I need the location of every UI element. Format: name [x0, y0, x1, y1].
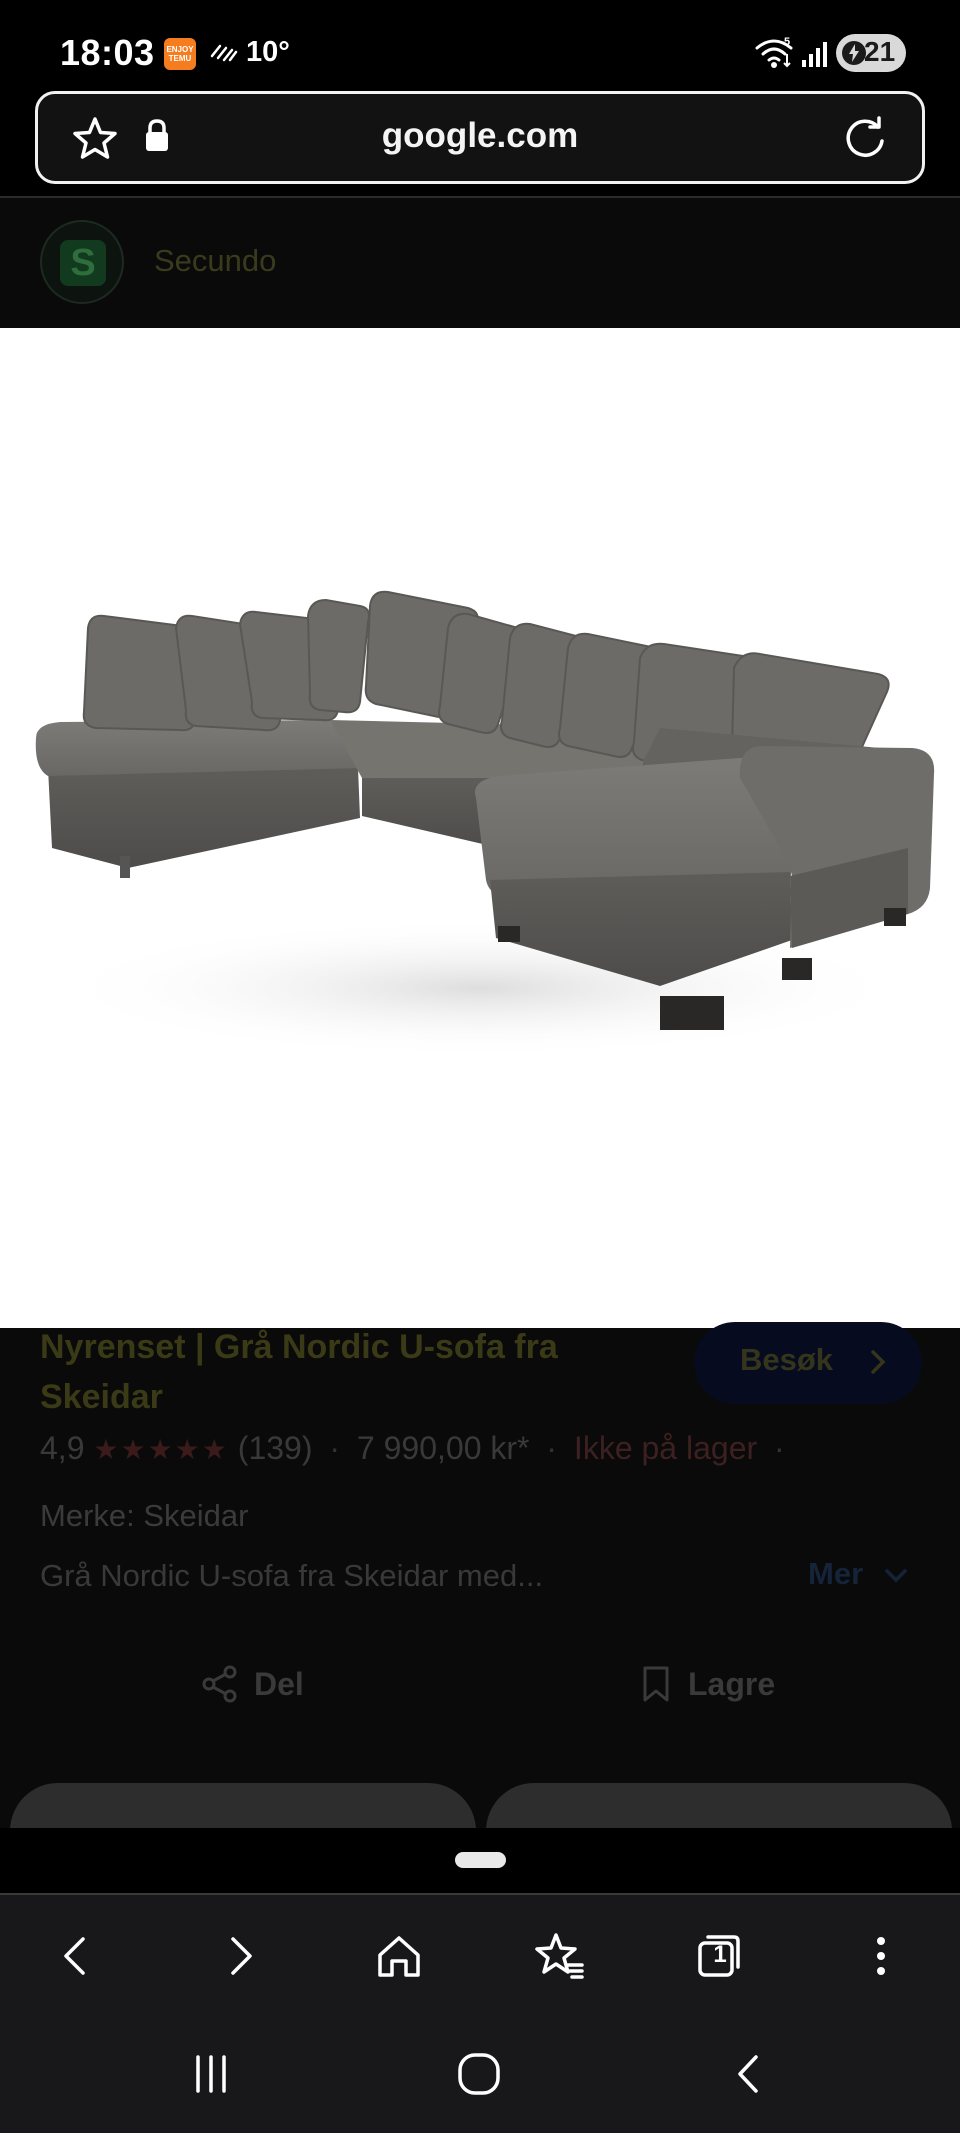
- rating-value: 4,9: [40, 1430, 85, 1466]
- bookmarks-icon: [535, 1933, 584, 1979]
- share-icon: [202, 1665, 237, 1703]
- site-logo[interactable]: S: [40, 220, 124, 304]
- tab-count: 1: [713, 1941, 727, 1968]
- product-image[interactable]: [0, 328, 960, 1328]
- temu-app-icon: ENJOY TEMU: [164, 38, 196, 70]
- site-name[interactable]: Secundo: [154, 243, 276, 279]
- chevron-down-icon[interactable]: [884, 1568, 908, 1584]
- url-text[interactable]: google.com: [38, 116, 922, 156]
- visit-label: Besøk: [740, 1342, 834, 1377]
- more-button[interactable]: Mer: [808, 1556, 863, 1592]
- home-nav-button[interactable]: [444, 2045, 514, 2105]
- signal-icon: [802, 42, 827, 67]
- reload-icon[interactable]: [840, 113, 890, 163]
- status-bar: 18:03 ENJOY TEMU 10° 5 21: [0, 0, 960, 86]
- bookmark-icon: [643, 1666, 669, 1702]
- back-nav-icon: [738, 2055, 758, 2093]
- status-time: 18:03: [60, 32, 155, 73]
- home-button[interactable]: [364, 1921, 434, 1991]
- tabs-button[interactable]: 1: [684, 1921, 754, 1991]
- brand-info: Merke: Skeidar: [40, 1498, 249, 1533]
- bottom-sheet-handle-area[interactable]: [0, 1828, 960, 1893]
- status-temperature: 10°: [246, 36, 290, 68]
- rating-line: 4,9 ★★★★★ (139) · 7 990,00 kr* · Ikke på…: [40, 1430, 793, 1467]
- charging-bolt-icon: [842, 41, 866, 65]
- more-options-icon: [877, 1937, 885, 1975]
- back-icon: [64, 1937, 85, 1975]
- haze-icon: [210, 44, 238, 62]
- sofa-photo: [35, 590, 935, 1058]
- battery-icon: 21: [836, 34, 906, 72]
- chevron-right-icon: [871, 1350, 886, 1374]
- browser-toolbar: 1: [0, 1895, 960, 2015]
- save-label: Lagre: [688, 1666, 776, 1702]
- home-icon: [378, 1936, 420, 1977]
- visit-button[interactable]: Besøk: [694, 1322, 922, 1404]
- back-nav-button[interactable]: [714, 2045, 784, 2105]
- system-navigation-bar: [0, 2015, 960, 2133]
- wifi-icon: 5: [755, 36, 793, 68]
- share-label: Del: [254, 1666, 304, 1702]
- recent-apps-button[interactable]: [176, 2045, 246, 2105]
- more-options-button[interactable]: [846, 1921, 916, 1991]
- separator-dot: ·: [329, 1430, 341, 1466]
- battery-level: 21: [864, 36, 896, 67]
- separator-dot: ·: [546, 1430, 558, 1466]
- result-title[interactable]: Nyrenset | Grå Nordic U-sofa fra Skeidar: [40, 1322, 640, 1422]
- home-button-icon: [458, 2053, 500, 2095]
- stock-status: Ikke på lager: [573, 1430, 758, 1466]
- svg-text:5: 5: [784, 36, 790, 48]
- price: 7 990,00 kr*: [356, 1430, 530, 1466]
- separator-dot: ·: [774, 1430, 785, 1466]
- drag-handle[interactable]: [455, 1852, 506, 1868]
- result-description: Grå Nordic U-sofa fra Skeidar med...: [40, 1558, 544, 1593]
- recent-apps-icon: [196, 2055, 226, 2093]
- review-count: (139): [237, 1430, 313, 1466]
- rating-stars: ★★★★★: [93, 1434, 229, 1465]
- bookmarks-button[interactable]: [524, 1921, 594, 1991]
- back-button[interactable]: [42, 1921, 112, 1991]
- search-result: Nyrenset | Grå Nordic U-sofa fra Skeidar…: [0, 1322, 960, 1843]
- forward-icon: [231, 1937, 252, 1975]
- forward-button[interactable]: [204, 1921, 274, 1991]
- address-bar[interactable]: google.com: [35, 91, 925, 184]
- site-header: S Secundo: [0, 198, 960, 328]
- site-logo-letter: S: [60, 240, 106, 286]
